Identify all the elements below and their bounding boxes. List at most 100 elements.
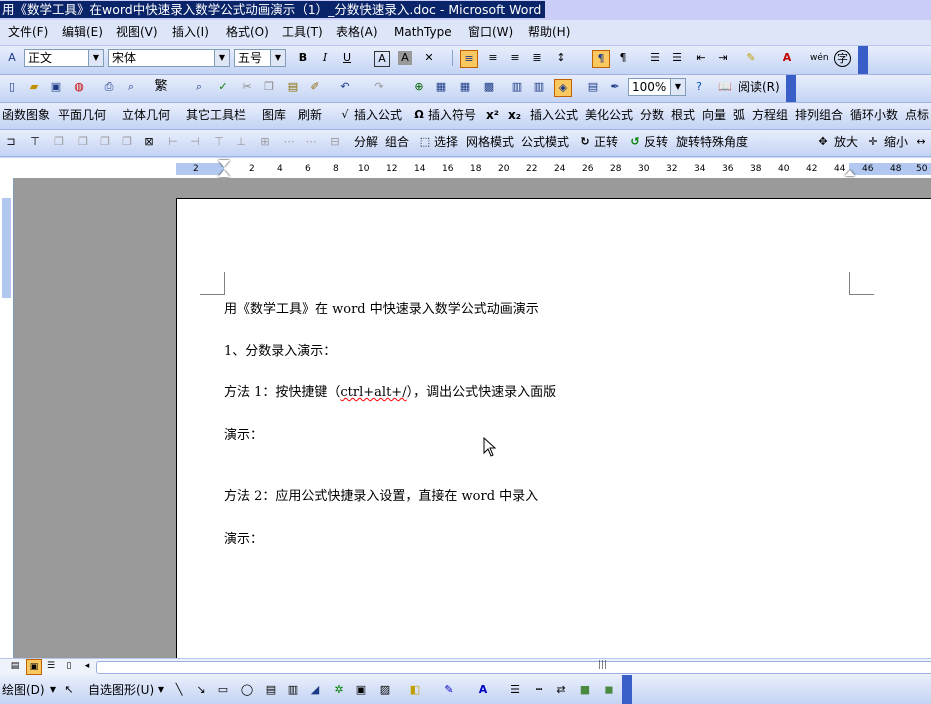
rtl-icon[interactable]: ¶ <box>614 49 632 67</box>
menu-table[interactable]: 表格(A) <box>336 24 378 41</box>
numbering-icon[interactable]: ☰ <box>646 49 664 67</box>
new-doc-icon[interactable]: ▯ <box>3 78 21 96</box>
3d-icon[interactable]: ◼ <box>600 681 618 699</box>
dot-mark-button[interactable]: 点标 <box>905 107 929 124</box>
align-middle-shape-icon[interactable]: ⊥ <box>232 133 250 151</box>
doc-demo-label-2[interactable]: 演示： <box>224 528 263 547</box>
shape-icon[interactable]: ⊐ <box>2 133 20 151</box>
plane-geometry-menu[interactable]: 平面几何 <box>58 107 106 124</box>
underline-button[interactable]: U <box>338 49 356 67</box>
menu-help[interactable]: 帮助(H) <box>528 24 570 41</box>
zoom-combo[interactable]: 100% ▼ <box>628 78 686 96</box>
align-left-shape-icon[interactable]: ⊢ <box>164 133 182 151</box>
rotate-ccw-button[interactable]: 反转 <box>644 134 668 151</box>
insert-excel-icon[interactable]: ▩ <box>480 78 498 96</box>
style-combo[interactable]: 正文 ▼ <box>24 49 104 67</box>
grid-mode-button[interactable]: 网格模式 <box>466 134 514 151</box>
draw-menu[interactable]: 绘图(D) <box>2 682 45 699</box>
copy-shape-icon[interactable]: ❐ <box>118 133 136 151</box>
justify-icon[interactable]: ≣ <box>528 49 546 67</box>
align-center-icon[interactable]: ≡ <box>484 49 502 67</box>
group-button[interactable]: 组合 <box>385 134 409 151</box>
spelling-icon[interactable]: ✓ <box>214 78 232 96</box>
char-scale-icon[interactable]: ✕ <box>420 49 438 67</box>
diagram-icon[interactable]: ✲ <box>330 681 348 699</box>
radical-button[interactable]: 根式 <box>671 107 695 124</box>
menu-file[interactable]: 文件(F) <box>8 24 48 41</box>
open-icon[interactable]: ▰ <box>25 78 43 96</box>
normal-view-icon[interactable]: ▤ <box>8 659 22 673</box>
ink-icon[interactable]: ✒ <box>606 78 624 96</box>
line-icon[interactable]: ╲ <box>170 681 188 699</box>
permission-icon[interactable]: ◍ <box>70 78 88 96</box>
fill-color-icon[interactable]: ◧ <box>406 681 424 699</box>
subscript-button[interactable]: x₂ <box>508 107 521 124</box>
chevron-down-icon[interactable]: ▼ <box>152 681 170 699</box>
styles-icon[interactable]: A <box>3 49 21 67</box>
arrow-style-icon[interactable]: ⇄ <box>552 681 570 699</box>
first-line-indent-marker[interactable] <box>218 160 230 167</box>
tables-borders-icon[interactable]: ▦ <box>432 78 450 96</box>
decrease-indent-icon[interactable]: ⇤ <box>692 49 710 67</box>
ungroup-button[interactable]: 分解 <box>354 134 378 151</box>
rectangle-icon[interactable]: ▭ <box>214 681 232 699</box>
columns-icon[interactable]: ▥ <box>508 78 526 96</box>
line-spacing-icon[interactable]: ↕ <box>552 49 570 67</box>
doc-section-heading[interactable]: 1、分数录入演示： <box>224 340 336 359</box>
other-toolbars-menu[interactable]: 其它工具栏 <box>186 107 246 124</box>
picture-icon[interactable]: ▨ <box>376 681 394 699</box>
highlight-icon[interactable]: ✎ <box>742 49 760 67</box>
combinatorics-button[interactable]: 排列组合 <box>795 107 843 124</box>
select-objects-icon[interactable]: ↖ <box>60 681 78 699</box>
vertical-textbox-icon[interactable]: ▥ <box>284 681 302 699</box>
line-style-icon[interactable]: ☰ <box>506 681 524 699</box>
enclose-char-button[interactable]: 字 <box>834 50 851 67</box>
research-icon[interactable]: ⌕ <box>190 78 208 96</box>
format-painter-icon[interactable]: ✐ <box>306 78 324 96</box>
char-border-button[interactable]: A <box>374 51 390 67</box>
font-combo[interactable]: 宋体 ▼ <box>108 49 230 67</box>
insert-symbol-button[interactable]: 插入符号 <box>428 107 476 124</box>
toolbar-end[interactable] <box>622 675 632 704</box>
insert-formula-button[interactable]: 插入公式 <box>354 107 402 124</box>
size-combo[interactable]: 五号 ▼ <box>234 49 286 67</box>
save-icon[interactable]: ▣ <box>47 78 65 96</box>
oval-icon[interactable]: ◯ <box>238 681 256 699</box>
select-button[interactable]: 选择 <box>434 134 458 151</box>
toolbar-end[interactable] <box>858 46 868 74</box>
doc-method1-line[interactable]: 方法 1：按快捷键（ctrl+alt+/），调出公式快速录入面版 <box>224 381 556 400</box>
redo-icon[interactable]: ↷ <box>370 78 388 96</box>
gallery-button[interactable]: 图库 <box>262 107 286 124</box>
toolbar-end[interactable] <box>786 75 796 102</box>
read-mode-button[interactable]: 阅读(R) <box>738 79 780 96</box>
fraction-button[interactable]: 分数 <box>640 107 664 124</box>
web-view-icon[interactable]: ▣ <box>26 659 42 675</box>
hanging-indent-marker[interactable] <box>218 170 230 177</box>
print-icon[interactable]: ⎙ <box>100 78 118 96</box>
chevron-down-icon[interactable]: ▼ <box>214 50 229 66</box>
arrow-icon[interactable]: ↘ <box>192 681 210 699</box>
beautify-formula-button[interactable]: 美化公式 <box>585 107 633 124</box>
reading-view-icon[interactable]: ▯ <box>62 659 76 673</box>
doc-method2-line[interactable]: 方法 2：应用公式快捷录入设置，直接在 word 中录入 <box>224 485 538 504</box>
menu-format[interactable]: 格式(O) <box>226 24 269 41</box>
align-right-icon[interactable]: ≡ <box>506 49 524 67</box>
align-shape-icon[interactable]: ⊟ <box>326 133 344 151</box>
menu-edit[interactable]: 编辑(E) <box>62 24 103 41</box>
paste-icon[interactable]: ▤ <box>284 78 302 96</box>
line-color-icon[interactable]: ✎ <box>440 681 458 699</box>
menu-view[interactable]: 视图(V) <box>116 24 158 41</box>
chevron-down-icon[interactable]: ▼ <box>270 50 285 66</box>
ltr-button[interactable]: ¶ <box>592 50 610 68</box>
bullets-icon[interactable]: ☰ <box>668 49 686 67</box>
copy-shape-icon[interactable]: ❐ <box>50 133 68 151</box>
copy-icon[interactable]: ❐ <box>260 78 278 96</box>
help-icon[interactable]: ? <box>690 78 708 96</box>
chevron-down-icon[interactable]: ▼ <box>88 50 103 66</box>
print-view-icon[interactable]: ☰ <box>44 659 58 673</box>
dash-style-icon[interactable]: ┅ <box>530 681 548 699</box>
equation-group-button[interactable]: 方程组 <box>752 107 788 124</box>
function-graph-button[interactable]: 函数图象 <box>2 107 50 124</box>
drawing-font-color-icon[interactable]: A <box>474 681 492 699</box>
rotate-cw-button[interactable]: 正转 <box>594 134 618 151</box>
